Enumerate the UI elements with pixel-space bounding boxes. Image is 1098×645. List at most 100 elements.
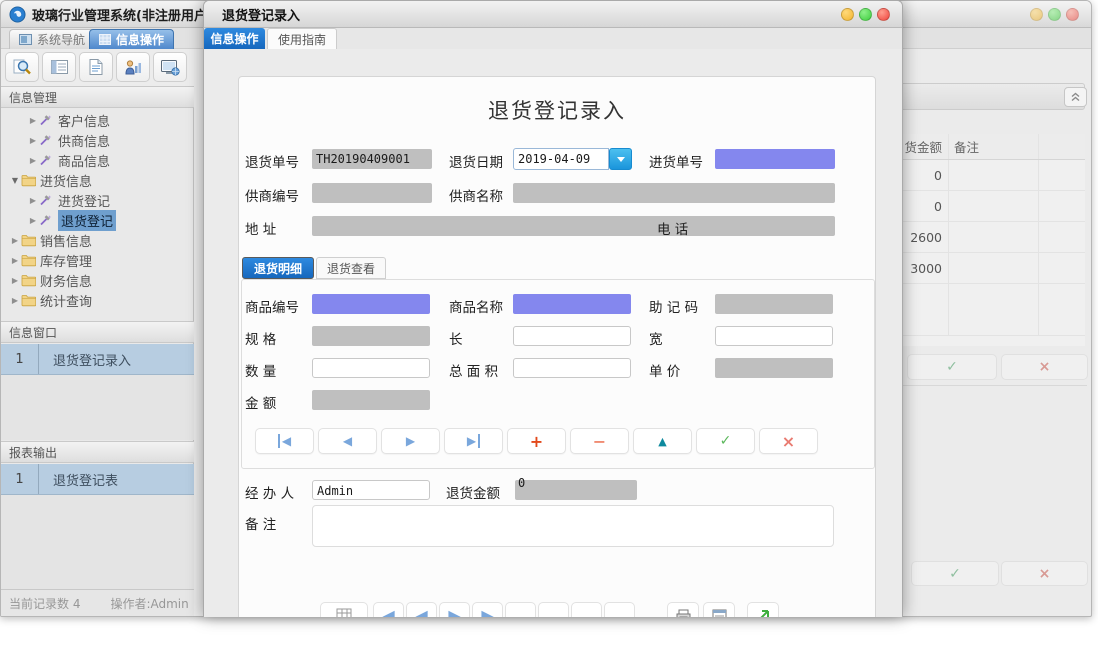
minimize-button[interactable] [1030, 8, 1043, 21]
bottom-toolbar-button[interactable] [571, 602, 602, 617]
bottom-toolbar-button[interactable]: ◀ [373, 602, 404, 617]
length-input[interactable] [513, 326, 631, 346]
nav-tree: ▶ 客户信息 ▶ 供商信息 ▶ 商品信息 ▼ 进货信息 ▶ [1, 110, 194, 310]
post-button[interactable]: ✓ [696, 428, 755, 454]
sidebar-item-sales-info[interactable]: ▶ 销售信息 [1, 230, 194, 250]
bottom-toolbar-button[interactable]: ▶ [439, 602, 470, 617]
phone-field [715, 216, 835, 236]
toolbar-list-button[interactable] [42, 52, 76, 82]
next-record-icon: ▶ [406, 434, 415, 448]
close-button[interactable] [1066, 8, 1079, 21]
detail-tab-return-view[interactable]: 退货查看 [316, 257, 386, 279]
print-button[interactable] [667, 602, 699, 617]
sidebar-item-return-register[interactable]: ▶ 退货登记 [1, 210, 194, 230]
toolbar-document-button[interactable] [79, 52, 113, 82]
phone-label: 电 话 [657, 218, 688, 238]
dialog-minimize-button[interactable] [841, 8, 854, 21]
purchase-no-label: 进货单号 [649, 151, 703, 171]
bottom-toolbar-button[interactable]: ◀ [406, 602, 437, 617]
wand-icon [39, 214, 54, 227]
toolbar-monitor-button[interactable] [153, 52, 187, 82]
nav-icon: ◀ [382, 606, 394, 618]
zoom-button[interactable] [1048, 8, 1061, 21]
bottom-toolbar-button[interactable] [538, 602, 569, 617]
supplier-no-label: 供商编号 [245, 185, 299, 205]
sidebar-item-inventory-manage[interactable]: ▶ 库存管理 [1, 250, 194, 270]
grid-icon [99, 34, 111, 45]
sidebar-item-stats-query[interactable]: ▶ 统计查询 [1, 290, 194, 310]
operator-input[interactable]: Admin [312, 480, 430, 500]
preview-icon [712, 609, 727, 618]
collapse-arrow-icon[interactable]: ▼ [9, 176, 21, 185]
info-window-item[interactable]: 1 退货登记录入 [1, 344, 194, 375]
expand-arrow-icon[interactable]: ▶ [9, 296, 21, 305]
sidebar-item-product-info[interactable]: ▶ 商品信息 [1, 150, 194, 170]
expand-arrow-icon[interactable]: ▶ [9, 236, 21, 245]
remark-input[interactable] [312, 505, 834, 547]
bottom-toolbar-button[interactable] [320, 602, 368, 617]
product-name-input[interactable] [513, 294, 631, 314]
price-field [715, 358, 833, 378]
operator: 操作者:Admin [110, 595, 188, 612]
report-item[interactable]: 1 退货登记表 [1, 464, 194, 495]
expand-arrow-icon[interactable]: ▶ [9, 276, 21, 285]
sidebar-item-customer-info[interactable]: ▶ 客户信息 [1, 110, 194, 130]
folder-icon [21, 234, 36, 247]
preview-button[interactable] [703, 602, 735, 617]
width-input[interactable] [715, 326, 833, 346]
sidebar-item-finance-info[interactable]: ▶ 财务信息 [1, 270, 194, 290]
date-dropdown-button[interactable] [609, 148, 632, 170]
tab-info-operate[interactable]: 信息操作 [89, 29, 174, 49]
expand-arrow-icon[interactable]: ▶ [27, 156, 39, 165]
area-input[interactable] [513, 358, 631, 378]
tab-info-operate-label: 信息操作 [116, 31, 164, 48]
app-logo-icon [9, 6, 26, 23]
dialog-close-button[interactable] [877, 8, 890, 21]
return-date-input[interactable]: 2019-04-09 [513, 148, 609, 170]
detail-tab-return-detail[interactable]: 退货明细 [242, 257, 314, 279]
nav-first-button[interactable]: ◀ [255, 428, 314, 454]
bg-cancel-button-2[interactable]: × [1001, 561, 1088, 586]
section-report-output: 报表输出 [1, 441, 194, 463]
product-no-input[interactable] [312, 294, 430, 314]
bg-confirm-button[interactable]: ✓ [907, 354, 997, 380]
expand-arrow-icon[interactable]: ▶ [27, 116, 39, 125]
qty-input[interactable] [312, 358, 430, 378]
bottom-toolbar-button[interactable]: ▶ [472, 602, 503, 617]
export-button[interactable] [747, 602, 779, 617]
dialog-tab-info-operate[interactable]: 信息操作 [204, 28, 265, 49]
nav-prev-button[interactable]: ◀ [318, 428, 377, 454]
sidebar-item-purchase-register[interactable]: ▶ 进货登记 [1, 190, 194, 210]
nav-next-button[interactable]: ▶ [381, 428, 440, 454]
sidebar-item-purchase-info[interactable]: ▼ 进货信息 [1, 170, 194, 190]
toolbar-user-button[interactable] [116, 52, 150, 82]
toolbar-find-button[interactable] [5, 52, 39, 82]
sidebar-item-supplier-info[interactable]: ▶ 供商信息 [1, 130, 194, 150]
triangle-up-icon: ▲ [658, 435, 666, 448]
add-row-button[interactable]: + [507, 428, 566, 454]
price-label: 单 价 [649, 360, 680, 380]
remove-row-button[interactable]: − [570, 428, 629, 454]
dialog-zoom-button[interactable] [859, 8, 872, 21]
window-icon [19, 34, 32, 45]
expand-arrow-icon[interactable]: ▶ [27, 196, 39, 205]
expand-arrow-icon[interactable]: ▶ [9, 256, 21, 265]
purchase-no-input[interactable] [715, 149, 835, 169]
collapse-panel-button[interactable] [1064, 87, 1087, 107]
dialog-tab-guide[interactable]: 使用指南 [267, 28, 337, 49]
product-no-label: 商品编号 [245, 296, 299, 316]
bg-cancel-button[interactable]: × [1001, 354, 1088, 380]
expand-arrow-icon[interactable]: ▶ [27, 216, 39, 225]
expand-arrow-icon[interactable]: ▶ [27, 136, 39, 145]
printer-icon [676, 609, 691, 618]
cancel-edit-button[interactable]: × [759, 428, 818, 454]
plus-icon: + [530, 432, 543, 451]
bottom-toolbar-button[interactable] [505, 602, 536, 617]
list-icon [50, 59, 69, 75]
bg-confirm-button-2[interactable]: ✓ [911, 561, 999, 586]
supplier-name-label: 供商名称 [449, 185, 503, 205]
nav-last-button[interactable]: ▶ [444, 428, 503, 454]
bottom-toolbar-button[interactable] [604, 602, 635, 617]
tab-system-nav[interactable]: 系统导航 [9, 29, 95, 49]
edit-row-button[interactable]: ▲ [633, 428, 692, 454]
